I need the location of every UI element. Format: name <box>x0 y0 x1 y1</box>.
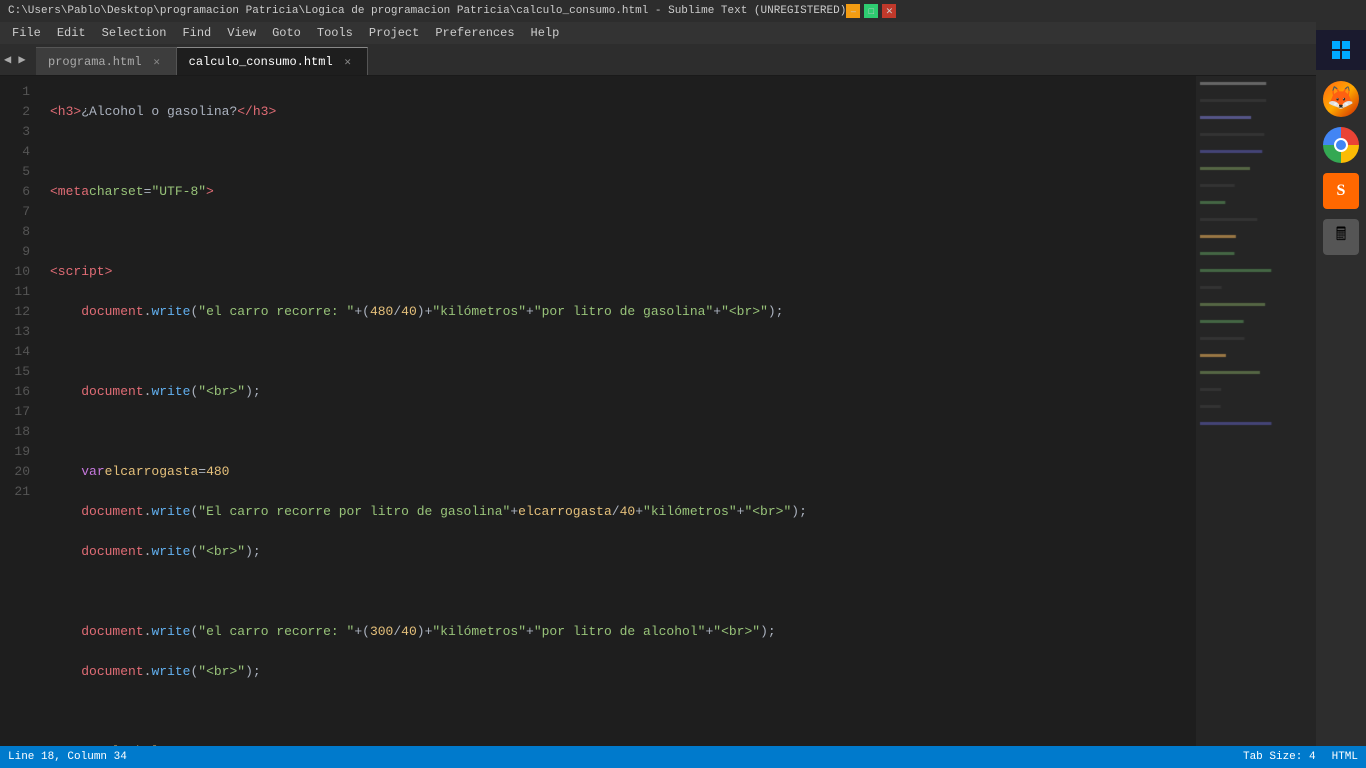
titlebar-controls: – □ ✕ <box>846 4 896 18</box>
code-line-10: var elcarrogasta = 480 <box>50 462 1196 482</box>
editor-wrapper: 1 2 3 4 5 6 7 8 9 10 11 12 13 14 15 16 1… <box>0 76 1316 746</box>
sublime-icon[interactable]: S <box>1320 170 1362 212</box>
minimap <box>1196 76 1316 746</box>
menu-tools[interactable]: Tools <box>309 22 361 44</box>
line-numbers: 1 2 3 4 5 6 7 8 9 10 11 12 13 14 15 16 1… <box>0 76 40 746</box>
maximize-button[interactable]: □ <box>864 4 878 18</box>
right-sidebar: 🦊 S 🖩 <box>1316 22 1366 746</box>
code-line-13 <box>50 582 1196 602</box>
menu-view[interactable]: View <box>219 22 264 44</box>
code-line-9 <box>50 422 1196 442</box>
menu-file[interactable]: File <box>4 22 49 44</box>
code-line-11: document.write("El carro recorre por lit… <box>50 502 1196 522</box>
code-line-16 <box>50 702 1196 722</box>
tab-label: calculo_consumo.html <box>189 55 333 69</box>
minimize-button[interactable]: – <box>846 4 860 18</box>
menubar: File Edit Selection Find View Goto Tools… <box>0 22 1366 44</box>
menu-find[interactable]: Find <box>174 22 219 44</box>
code-line-5: <script> <box>50 262 1196 282</box>
code-line-3: <meta charset="UTF-8"> <box>50 182 1196 202</box>
code-line-17: var alcohol = 300; <box>50 742 1196 746</box>
tab-calculo[interactable]: calculo_consumo.html ✕ <box>177 47 368 75</box>
firefox-icon[interactable]: 🦊 <box>1320 78 1362 120</box>
code-line-1: <h3>¿Alcohol o gasolina?</h3> <box>50 102 1196 122</box>
titlebar: C:\Users\Pablo\Desktop\programacion Patr… <box>0 0 1366 22</box>
titlebar-title: C:\Users\Pablo\Desktop\programacion Patr… <box>8 5 846 17</box>
tab-close-calculo[interactable]: ✕ <box>341 55 355 69</box>
code-line-14: document.write("el carro recorre: " +(30… <box>50 622 1196 642</box>
tab-programa[interactable]: programa.html ✕ <box>36 47 177 75</box>
code-line-8: document.write("<br>"); <box>50 382 1196 402</box>
code-line-6: document.write("el carro recorre: " +(48… <box>50 302 1196 322</box>
tab-close-programa[interactable]: ✕ <box>150 55 164 69</box>
code-line-2 <box>50 142 1196 162</box>
statusbar-right: Tab Size: 4 HTML <box>1243 751 1358 763</box>
tab-label: programa.html <box>48 55 142 69</box>
code-editor[interactable]: <h3>¿Alcohol o gasolina?</h3> <meta char… <box>40 76 1196 746</box>
calculator-icon[interactable]: 🖩 <box>1320 216 1362 258</box>
menu-preferences[interactable]: Preferences <box>427 22 522 44</box>
menu-project[interactable]: Project <box>361 22 427 44</box>
code-line-12: document.write("<br>"); <box>50 542 1196 562</box>
close-button[interactable]: ✕ <box>882 4 896 18</box>
tab-nav-arrows[interactable]: ◀ ▶ <box>0 43 30 75</box>
code-line-7 <box>50 342 1196 362</box>
windows-start-icon[interactable] <box>1316 30 1366 70</box>
menu-selection[interactable]: Selection <box>94 22 175 44</box>
menu-edit[interactable]: Edit <box>49 22 94 44</box>
statusbar: Line 18, Column 34 Tab Size: 4 HTML <box>0 746 1366 768</box>
chrome-icon[interactable] <box>1320 124 1362 166</box>
tabbar: ◀ ▶ programa.html ✕ calculo_consumo.html… <box>0 44 1366 76</box>
menu-goto[interactable]: Goto <box>264 22 309 44</box>
status-tab-size: Tab Size: 4 <box>1243 751 1316 763</box>
status-syntax: HTML <box>1332 751 1358 763</box>
menu-help[interactable]: Help <box>523 22 568 44</box>
status-position: Line 18, Column 34 <box>8 751 127 763</box>
code-line-4 <box>50 222 1196 242</box>
code-line-15: document.write("<br>"); <box>50 662 1196 682</box>
